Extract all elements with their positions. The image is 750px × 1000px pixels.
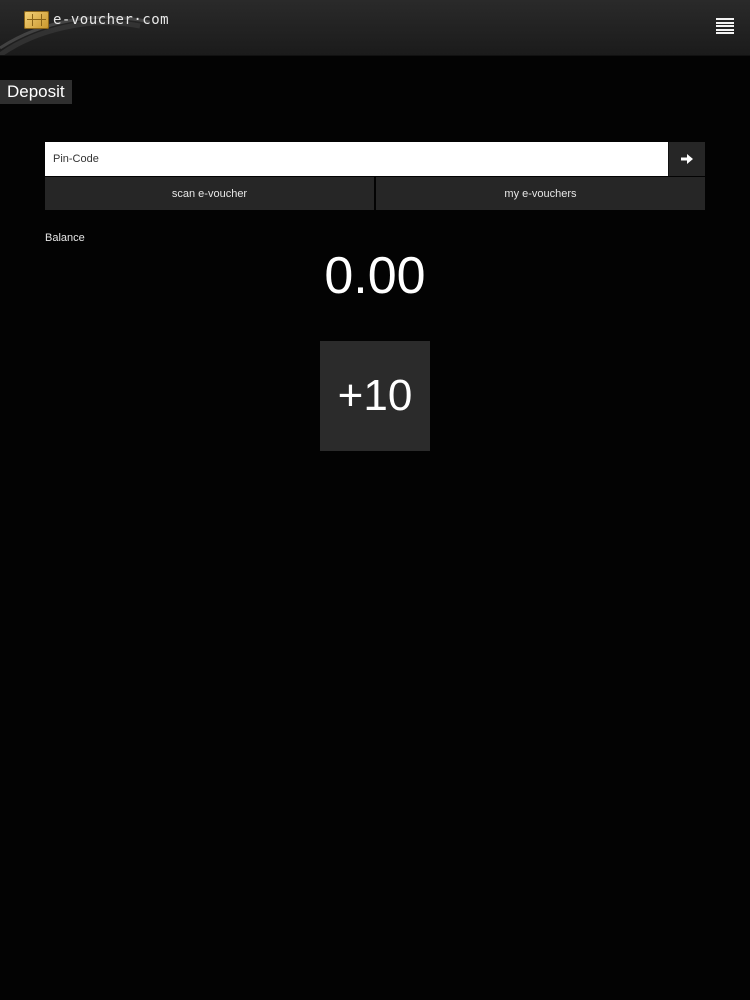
my-e-vouchers-button[interactable]: my e-vouchers — [376, 177, 705, 210]
chip-card-icon — [24, 11, 49, 29]
deposit-screen: e-voucher·com Deposit scan e-voucher my … — [0, 0, 750, 1000]
logo-text: e-voucher·com — [53, 12, 170, 28]
app-header: e-voucher·com — [0, 0, 750, 56]
balance-value: 0.00 — [324, 247, 426, 305]
app-logo[interactable]: e-voucher·com — [24, 11, 169, 29]
add-10-button[interactable]: +10 — [320, 341, 430, 451]
submit-pin-button[interactable] — [668, 142, 705, 176]
hamburger-menu-icon[interactable] — [716, 18, 734, 36]
pin-code-input[interactable] — [45, 142, 668, 176]
pin-code-form — [45, 142, 705, 176]
scan-e-voucher-button[interactable]: scan e-voucher — [45, 177, 374, 210]
balance-label: Balance — [45, 232, 85, 244]
arrow-right-icon — [681, 154, 693, 164]
voucher-actions: scan e-voucher my e-vouchers — [45, 177, 705, 210]
page-title: Deposit — [0, 80, 72, 104]
